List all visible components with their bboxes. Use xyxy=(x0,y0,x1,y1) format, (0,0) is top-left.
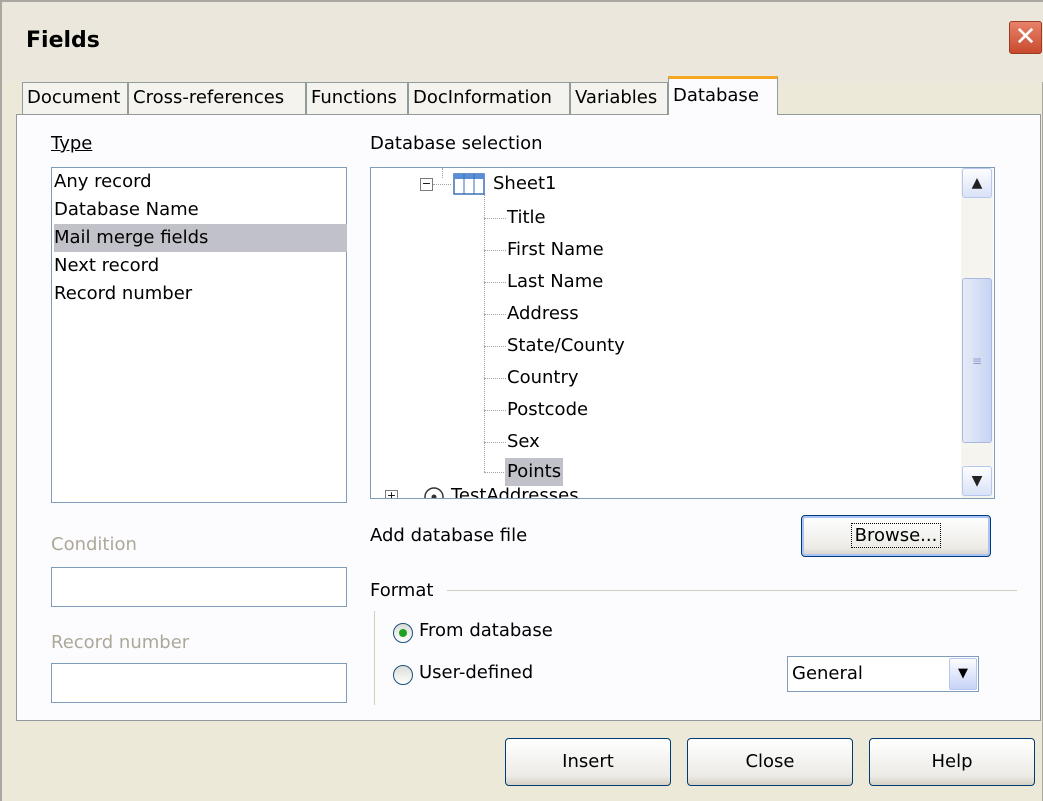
tree-line xyxy=(484,282,506,283)
tree-line xyxy=(484,250,506,251)
record-number-label: Record number xyxy=(51,632,190,653)
tree-line xyxy=(442,168,443,178)
tree-line xyxy=(484,218,506,219)
tab-database[interactable]: Database xyxy=(668,76,778,115)
browse-button[interactable]: Browse... xyxy=(801,515,991,557)
record-number-field[interactable] xyxy=(51,663,347,703)
list-item[interactable]: Any record xyxy=(54,168,347,196)
insert-button[interactable]: Insert xyxy=(505,738,671,786)
table-icon xyxy=(453,173,485,195)
user-defined-radio[interactable] xyxy=(393,665,413,685)
type-label: Type xyxy=(51,133,93,154)
tree-line xyxy=(484,472,506,473)
tree-node-field[interactable]: Title xyxy=(507,204,546,232)
database-tree[interactable]: − Sheet1 Title First Name Last Name Addr… xyxy=(370,167,995,499)
tree-node-table[interactable]: Sheet1 xyxy=(493,170,557,198)
tree-node-field[interactable]: Last Name xyxy=(507,268,603,296)
tree-node-field[interactable]: Address xyxy=(507,300,579,328)
list-item-selected[interactable]: Mail merge fields xyxy=(54,224,347,252)
from-database-radio[interactable] xyxy=(393,623,413,643)
tree-line xyxy=(433,184,451,185)
tab-cross-references[interactable]: Cross-references xyxy=(128,82,306,114)
from-database-label[interactable]: From database xyxy=(419,620,553,641)
format-group-line xyxy=(374,611,375,705)
format-divider xyxy=(447,590,1017,591)
window-title: Fields xyxy=(26,28,100,53)
tree-line xyxy=(484,314,506,315)
close-window-icon[interactable]: ✕ xyxy=(1009,21,1042,54)
title-bar: Fields ✕ xyxy=(2,2,1043,82)
tree-line xyxy=(484,378,506,379)
scroll-thumb[interactable]: ≡ xyxy=(962,278,992,443)
tree-node-field[interactable]: First Name xyxy=(507,236,604,264)
help-button[interactable]: Help xyxy=(869,738,1035,786)
tab-functions[interactable]: Functions xyxy=(306,82,408,114)
close-button[interactable]: Close xyxy=(687,738,853,786)
format-label: Format xyxy=(370,580,434,601)
database-tab-page: Type Any record Database Name Mail merge… xyxy=(16,114,1041,721)
tree-node-field[interactable]: Postcode xyxy=(507,396,588,424)
tree-node-field[interactable]: Country xyxy=(507,364,579,392)
tab-variables[interactable]: Variables xyxy=(570,82,668,114)
tree-line xyxy=(484,194,485,472)
tree-line xyxy=(484,410,506,411)
type-list[interactable]: Any record Database Name Mail merge fiel… xyxy=(51,167,347,503)
fields-dialog: Fields ✕ Document Cross-references Funct… xyxy=(0,0,1043,801)
add-database-label: Add database file xyxy=(370,525,528,546)
chevron-down-icon[interactable]: ▼ xyxy=(949,658,977,690)
condition-label: Condition xyxy=(51,534,137,555)
database-icon xyxy=(424,487,444,498)
radio-selected-dot xyxy=(399,629,407,637)
tree-line xyxy=(484,442,506,443)
condition-field[interactable] xyxy=(51,567,347,607)
format-select-value: General xyxy=(792,663,863,684)
user-defined-label[interactable]: User-defined xyxy=(419,662,533,683)
expand-icon[interactable]: + xyxy=(385,490,398,498)
database-selection-label: Database selection xyxy=(370,133,543,154)
list-item[interactable]: Record number xyxy=(54,280,347,308)
tree-scrollbar[interactable]: ▲ ≡ ▼ xyxy=(961,168,993,498)
format-select[interactable]: General ▼ xyxy=(787,656,979,692)
list-item[interactable]: Database Name xyxy=(54,196,347,224)
tab-document[interactable]: Document xyxy=(22,82,128,114)
collapse-icon[interactable]: − xyxy=(420,178,433,191)
tree-node-database[interactable]: TestAddresses xyxy=(451,482,579,498)
list-item[interactable]: Next record xyxy=(54,252,347,280)
scroll-up-icon[interactable]: ▲ xyxy=(962,168,992,198)
tree-node-field[interactable]: State/County xyxy=(507,332,625,360)
tree-node-field[interactable]: Sex xyxy=(507,428,540,456)
browse-button-label: Browse... xyxy=(850,523,942,548)
scroll-down-icon[interactable]: ▼ xyxy=(962,466,992,496)
tab-docinformation[interactable]: DocInformation xyxy=(408,82,570,114)
tree-line xyxy=(484,346,506,347)
